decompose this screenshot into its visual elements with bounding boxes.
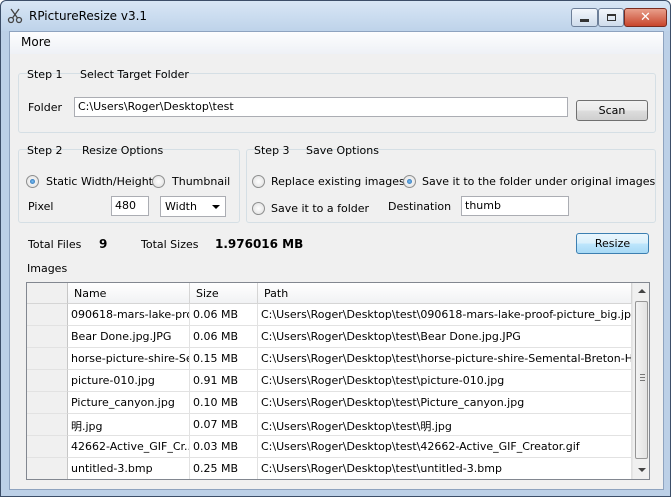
step1-label: Step 1	[27, 68, 63, 81]
cell-path: C:\Users\Roger\Desktop\test\Bear Done.jp…	[258, 326, 632, 348]
cell-name: 42662-Active_GIF_Cr...	[68, 436, 190, 458]
pixel-label: Pixel	[28, 200, 54, 213]
images-label: Images	[27, 262, 68, 275]
cell-name: Bear Done.jpg.JPG	[68, 326, 190, 348]
thumbnail-radio[interactable]	[152, 175, 165, 188]
total-files-value: 9	[99, 237, 108, 251]
header-corner	[27, 283, 68, 304]
client-area: More Step 1 Select Target Folder Folder …	[9, 31, 664, 490]
step2-label: Step 2	[27, 144, 63, 157]
row-header	[27, 392, 68, 414]
cell-size: 0.07 MB	[190, 414, 258, 436]
minimize-icon	[580, 19, 589, 22]
column-header-path[interactable]: Path	[258, 283, 632, 304]
cell-name: Picture_canyon.jpg	[68, 392, 190, 414]
cell-size: 0.25 MB	[190, 458, 258, 479]
cell-path: C:\Users\Roger\Desktop\test\42662-Active…	[258, 436, 632, 458]
cell-name: picture-010.jpg	[68, 370, 190, 392]
dimension-select[interactable]: Width	[160, 196, 226, 217]
arrow-down-icon[interactable]	[638, 468, 646, 472]
cell-size: 0.91 MB	[190, 370, 258, 392]
cell-size: 0.06 MB	[190, 304, 258, 326]
step3-label: Step 3	[254, 144, 290, 157]
row-header	[27, 326, 68, 348]
static-size-label[interactable]: Static Width/Height	[46, 175, 153, 188]
chevron-down-icon	[212, 205, 220, 209]
scissors-icon	[7, 8, 23, 24]
row-header	[27, 348, 68, 370]
scrollbar-thumb[interactable]	[635, 301, 648, 459]
maximize-button[interactable]	[598, 8, 624, 27]
vertical-scrollbar[interactable]	[632, 283, 649, 479]
row-header	[27, 370, 68, 392]
cell-name: 明.jpg	[68, 414, 190, 436]
close-button[interactable]: ✕	[624, 8, 667, 27]
folder-label: Folder	[28, 101, 62, 114]
menu-bar: More	[10, 32, 663, 54]
cell-size: 0.06 MB	[190, 326, 258, 348]
save-under-radio[interactable]	[403, 175, 416, 188]
total-files-label: Total Files	[28, 238, 82, 251]
table-row[interactable]: 090618-mars-lake-pro...0.06 MBC:\Users\R…	[27, 304, 632, 326]
total-sizes-value: 1.976016 MB	[215, 237, 304, 251]
images-table[interactable]: Name Size Path 090618-mars-lake-pro...0.…	[26, 282, 650, 480]
save-folder-radio[interactable]	[252, 202, 265, 215]
cell-path: C:\Users\Roger\Desktop\test\untitled-3.b…	[258, 458, 632, 479]
column-header-name[interactable]: Name	[68, 283, 190, 304]
table-row[interactable]: horse-picture-shire-Se... 0.15 MB C:\Users…	[27, 348, 632, 370]
cell-size: 0.10 MB	[190, 392, 258, 414]
table-row[interactable]: 明.jpg 0.07 MB C:\Users\Roger\Desktop\test\…	[27, 414, 632, 436]
total-sizes-label: Total Sizes	[141, 238, 199, 251]
table-row[interactable]: untitled-3.bmp 0.25 MB C:\Users\Roger\Desk…	[27, 458, 632, 479]
cell-path: C:\Users\Roger\Desktop\test\明.jpg	[258, 414, 632, 436]
row-header	[27, 436, 68, 458]
pixel-input[interactable]: 480	[111, 196, 149, 216]
title-bar[interactable]: RPictureResize v3.1 ✕	[1, 1, 670, 31]
destination-label: Destination	[388, 200, 452, 213]
save-under-label[interactable]: Save it to the folder under original ima…	[422, 175, 655, 188]
table-row[interactable]: 42662-Active_GIF_Cr... 0.03 MB C:\Users\Ro…	[27, 436, 632, 458]
step3-title: Save Options	[306, 144, 379, 157]
table-row[interactable]: Picture_canyon.jpg 0.10 MB C:\Users\Roger\…	[27, 392, 632, 414]
step1-title: Select Target Folder	[80, 68, 189, 81]
minimize-button[interactable]	[571, 8, 598, 27]
folder-input[interactable]: C:\Users\Roger\Desktop\test	[74, 97, 568, 117]
replace-label[interactable]: Replace existing images	[271, 175, 405, 188]
arrow-up-icon[interactable]	[638, 289, 646, 293]
window-title: RPictureResize v3.1	[29, 9, 148, 23]
row-header	[27, 414, 68, 436]
cell-path: C:\Users\Roger\Desktop\test\Picture_cany…	[258, 392, 632, 414]
cell-name: untitled-3.bmp	[68, 458, 190, 479]
app-window: RPictureResize v3.1 ✕ More Step 1 Select…	[0, 0, 671, 497]
replace-radio[interactable]	[252, 175, 265, 188]
destination-input[interactable]: thumb	[461, 196, 569, 216]
thumbnail-label[interactable]: Thumbnail	[172, 175, 230, 188]
dimension-value: Width	[165, 200, 197, 213]
cell-name: horse-picture-shire-Se...	[68, 348, 190, 370]
cell-path: C:\Users\Roger\Desktop\test\090618-mars-…	[258, 304, 632, 326]
save-folder-label[interactable]: Save it to a folder	[271, 202, 369, 215]
static-size-radio[interactable]	[26, 175, 39, 188]
resize-button[interactable]: Resize	[576, 233, 649, 254]
scan-button[interactable]: Scan	[576, 100, 648, 121]
menu-more[interactable]: More	[21, 35, 51, 49]
cell-size: 0.03 MB	[190, 436, 258, 458]
cell-path: C:\Users\Roger\Desktop\test\picture-010.…	[258, 370, 632, 392]
cell-path: C:\Users\Roger\Desktop\test\horse-pictur…	[258, 348, 632, 370]
cell-name: 090618-mars-lake-pro...	[68, 304, 190, 326]
row-header	[27, 458, 68, 479]
step2-title: Resize Options	[82, 144, 164, 157]
table-row[interactable]: picture-010.jpg 0.91 MB C:\Users\Roger\Des…	[27, 370, 632, 392]
maximize-icon	[606, 14, 616, 21]
cell-size: 0.15 MB	[190, 348, 258, 370]
table-row[interactable]: Bear Done.jpg.JPG 0.06 MB C:\Users\Roger\D…	[27, 326, 632, 348]
column-header-size[interactable]: Size	[190, 283, 258, 304]
row-header	[27, 304, 68, 326]
close-icon: ✕	[640, 10, 651, 25]
